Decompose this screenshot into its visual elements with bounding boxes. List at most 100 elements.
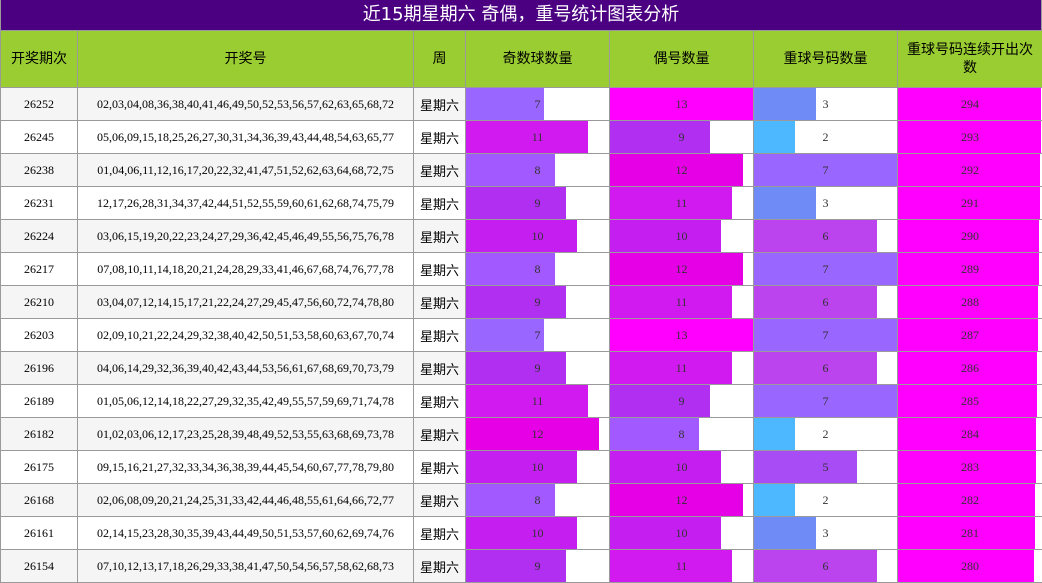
table-row: 26182 01,02,03,06,12,17,23,25,28,39,48,49… [0,417,1042,451]
streak-value-label: 287 [961,328,979,342]
streak-value-label: 280 [961,559,979,573]
header-odd-count: 奇数球数量 [465,30,610,88]
streak-value-label: 286 [961,361,979,375]
streak-value-label: 282 [961,493,979,507]
table-row: 26161 02,14,15,23,28,30,35,39,43,44,49,50… [0,516,1042,550]
repeat-cell: 2 [753,483,898,517]
even-value-label: 12 [675,163,688,177]
header-even-count: 偶号数量 [609,30,754,88]
streak-cell: 284 [897,417,1042,451]
odd-value-label: 8 [534,163,541,177]
even-value-label: 11 [675,361,688,375]
table-row: 26217 07,08,10,11,14,18,20,21,24,28,29,33… [0,252,1042,286]
issue-cell: 26182 [0,417,78,451]
odd-cell: 9 [465,186,610,220]
repeat-value-label: 6 [822,295,829,309]
repeat-value-label: 6 [822,559,829,573]
issue-cell: 26210 [0,285,78,319]
streak-value-label: 283 [961,460,979,474]
numbers-cell: 02,03,04,08,36,38,40,41,46,49,50,52,53,5… [77,87,414,121]
repeat-cell: 6 [753,219,898,253]
odd-value-label: 7 [534,328,541,342]
repeat-cell: 3 [753,516,898,550]
odd-cell: 8 [465,153,610,187]
issue-cell: 26203 [0,318,78,352]
chart-title: 近15期星期六 奇偶，重号统计图表分析 [0,0,1042,30]
repeat-cell: 7 [753,252,898,286]
header-repeat-count: 重球号码数量 [753,30,898,88]
table-row: 26196 04,06,14,29,32,36,39,40,42,43,44,53… [0,351,1042,385]
streak-cell: 286 [897,351,1042,385]
table-row: 26175 09,15,16,21,27,32,33,34,36,38,39,44… [0,450,1042,484]
weekday-cell: 星期六 [413,285,466,319]
issue-cell: 26189 [0,384,78,418]
table-row: 26168 02,06,08,09,20,21,24,25,31,33,42,44… [0,483,1042,517]
numbers-cell: 01,02,03,06,12,17,23,25,28,39,48,49,52,5… [77,417,414,451]
repeat-value-label: 7 [822,262,829,276]
header-weekday: 周 [413,30,466,88]
streak-cell: 293 [897,120,1042,154]
numbers-cell: 07,08,10,11,14,18,20,21,24,28,29,33,41,4… [77,252,414,286]
repeat-cell: 7 [753,318,898,352]
weekday-cell: 星期六 [413,252,466,286]
streak-cell: 288 [897,285,1042,319]
odd-cell: 12 [465,417,610,451]
stats-table: 开奖期次 开奖号 周 奇数球数量 偶号数量 重球号码数量 重球号码连续开出次数 … [0,30,1042,583]
numbers-cell: 05,06,09,15,18,25,26,27,30,31,34,36,39,4… [77,120,414,154]
weekday-cell: 星期六 [413,483,466,517]
repeat-value-label: 5 [822,460,829,474]
odd-value-label: 8 [534,493,541,507]
issue-cell: 26231 [0,186,78,220]
issue-cell: 26175 [0,450,78,484]
streak-value-label: 281 [961,526,979,540]
repeat-value-label: 6 [822,229,829,243]
header-issue: 开奖期次 [0,30,78,88]
streak-value-label: 293 [961,130,979,144]
even-cell: 11 [609,549,754,583]
streak-value-label: 294 [961,97,979,111]
table-row: 26203 02,09,10,21,22,24,29,32,38,40,42,50… [0,318,1042,352]
numbers-cell: 03,04,07,12,14,15,17,21,22,24,27,29,45,4… [77,285,414,319]
issue-cell: 26154 [0,549,78,583]
even-cell: 10 [609,450,754,484]
weekday-cell: 星期六 [413,417,466,451]
chart-container: 近15期星期六 奇偶，重号统计图表分析 开奖期次 开奖号 周 奇数球数量 偶号数… [0,0,1042,583]
even-cell: 11 [609,351,754,385]
even-value-label: 9 [678,130,685,144]
streak-cell: 287 [897,318,1042,352]
even-value-label: 8 [678,427,685,441]
repeat-cell: 3 [753,186,898,220]
repeat-cell: 6 [753,549,898,583]
streak-value-label: 288 [961,295,979,309]
header-repeat-streak: 重球号码连续开出次数 [897,30,1042,88]
repeat-value-label: 3 [822,526,829,540]
repeat-cell: 7 [753,384,898,418]
streak-cell: 282 [897,483,1042,517]
issue-cell: 26196 [0,351,78,385]
streak-cell: 294 [897,87,1042,121]
even-cell: 13 [609,87,754,121]
odd-cell: 9 [465,351,610,385]
even-cell: 12 [609,153,754,187]
streak-cell: 291 [897,186,1042,220]
table-row: 26231 12,17,26,28,31,34,37,42,44,51,52,55… [0,186,1042,220]
weekday-cell: 星期六 [413,120,466,154]
odd-value-label: 12 [531,427,544,441]
issue-cell: 26238 [0,153,78,187]
weekday-cell: 星期六 [413,549,466,583]
repeat-cell: 2 [753,417,898,451]
streak-cell: 281 [897,516,1042,550]
odd-cell: 10 [465,219,610,253]
streak-value-label: 292 [961,163,979,177]
even-cell: 12 [609,483,754,517]
even-value-label: 10 [675,229,688,243]
repeat-value-label: 7 [822,328,829,342]
repeat-cell: 7 [753,153,898,187]
weekday-cell: 星期六 [413,450,466,484]
header-row: 开奖期次 开奖号 周 奇数球数量 偶号数量 重球号码数量 重球号码连续开出次数 [0,30,1042,88]
odd-value-label: 7 [534,97,541,111]
header-numbers: 开奖号 [77,30,414,88]
odd-value-label: 11 [531,130,544,144]
even-cell: 8 [609,417,754,451]
table-row: 26210 03,04,07,12,14,15,17,21,22,24,27,29… [0,285,1042,319]
